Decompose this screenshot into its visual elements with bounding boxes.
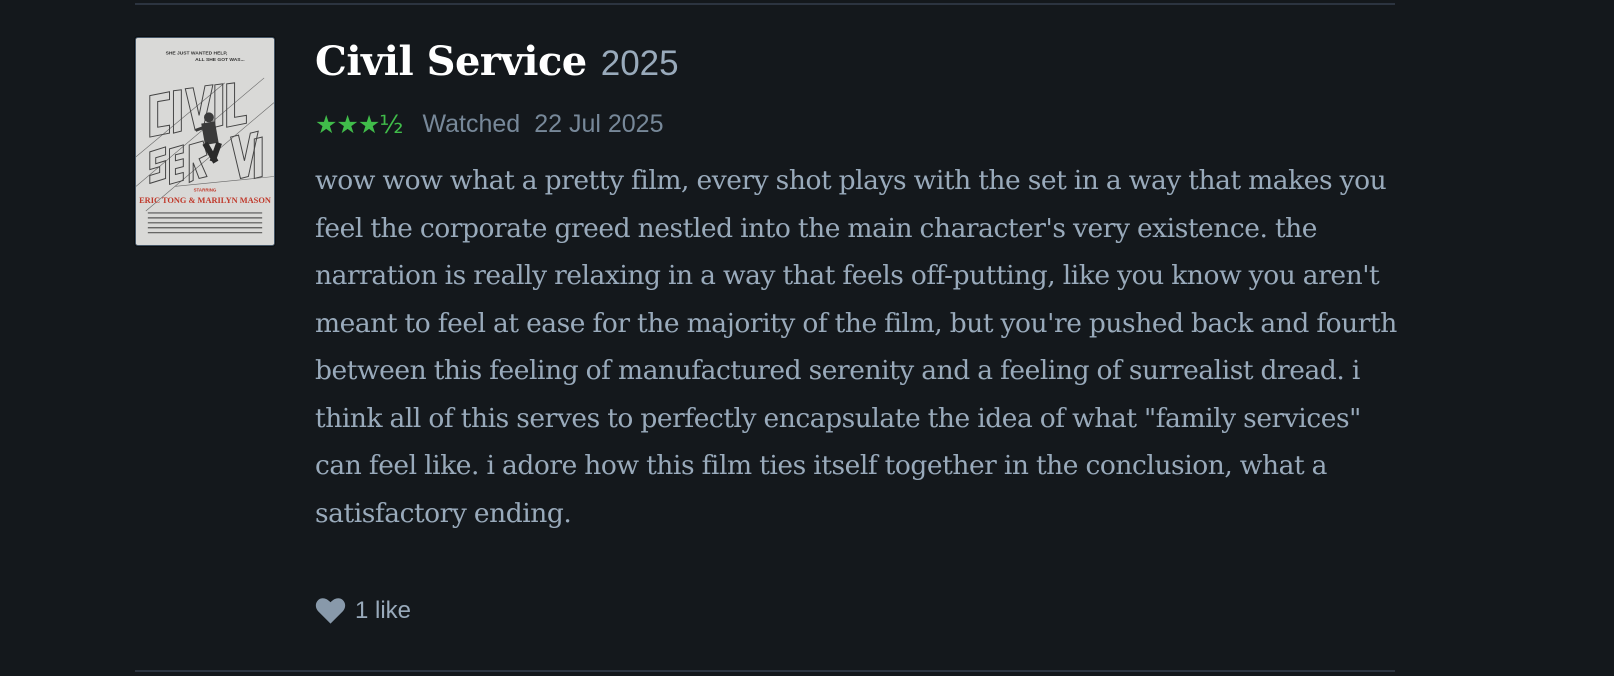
review-meta: ★★★½ Watched 22 Jul 2025: [315, 108, 1395, 140]
review-body: wow wow what a pretty film, every shot p…: [315, 165, 1397, 529]
heart-icon[interactable]: [315, 597, 346, 625]
poster-starring: STARRING: [194, 187, 217, 192]
poster-cast: ERIC TONG & MARILYN MASON: [139, 196, 271, 205]
watched-label: Watched: [422, 109, 521, 138]
poster-tagline-1: SHE JUST WANTED HELP,: [166, 50, 228, 56]
film-title[interactable]: Civil Service: [315, 38, 587, 85]
star-rating: ★★★½: [315, 109, 403, 139]
like-count[interactable]: 1 like: [355, 597, 411, 625]
review-headline: Civil Service 2025: [315, 38, 1395, 96]
watched-date[interactable]: 22 Jul 2025: [534, 110, 663, 139]
film-year[interactable]: 2025: [601, 44, 679, 84]
top-divider: [135, 3, 1395, 5]
bottom-divider: [135, 670, 1395, 672]
poster-tagline-2: ALL SHE GOT WAS...: [195, 57, 245, 63]
like-section[interactable]: 1 like: [315, 593, 411, 629]
review-entry: Civil Service 2025 ★★★½ Watched 22 Jul 2…: [315, 38, 1397, 537]
film-poster[interactable]: SHE JUST WANTED HELP, ALL SHE GOT WAS...: [135, 37, 275, 246]
